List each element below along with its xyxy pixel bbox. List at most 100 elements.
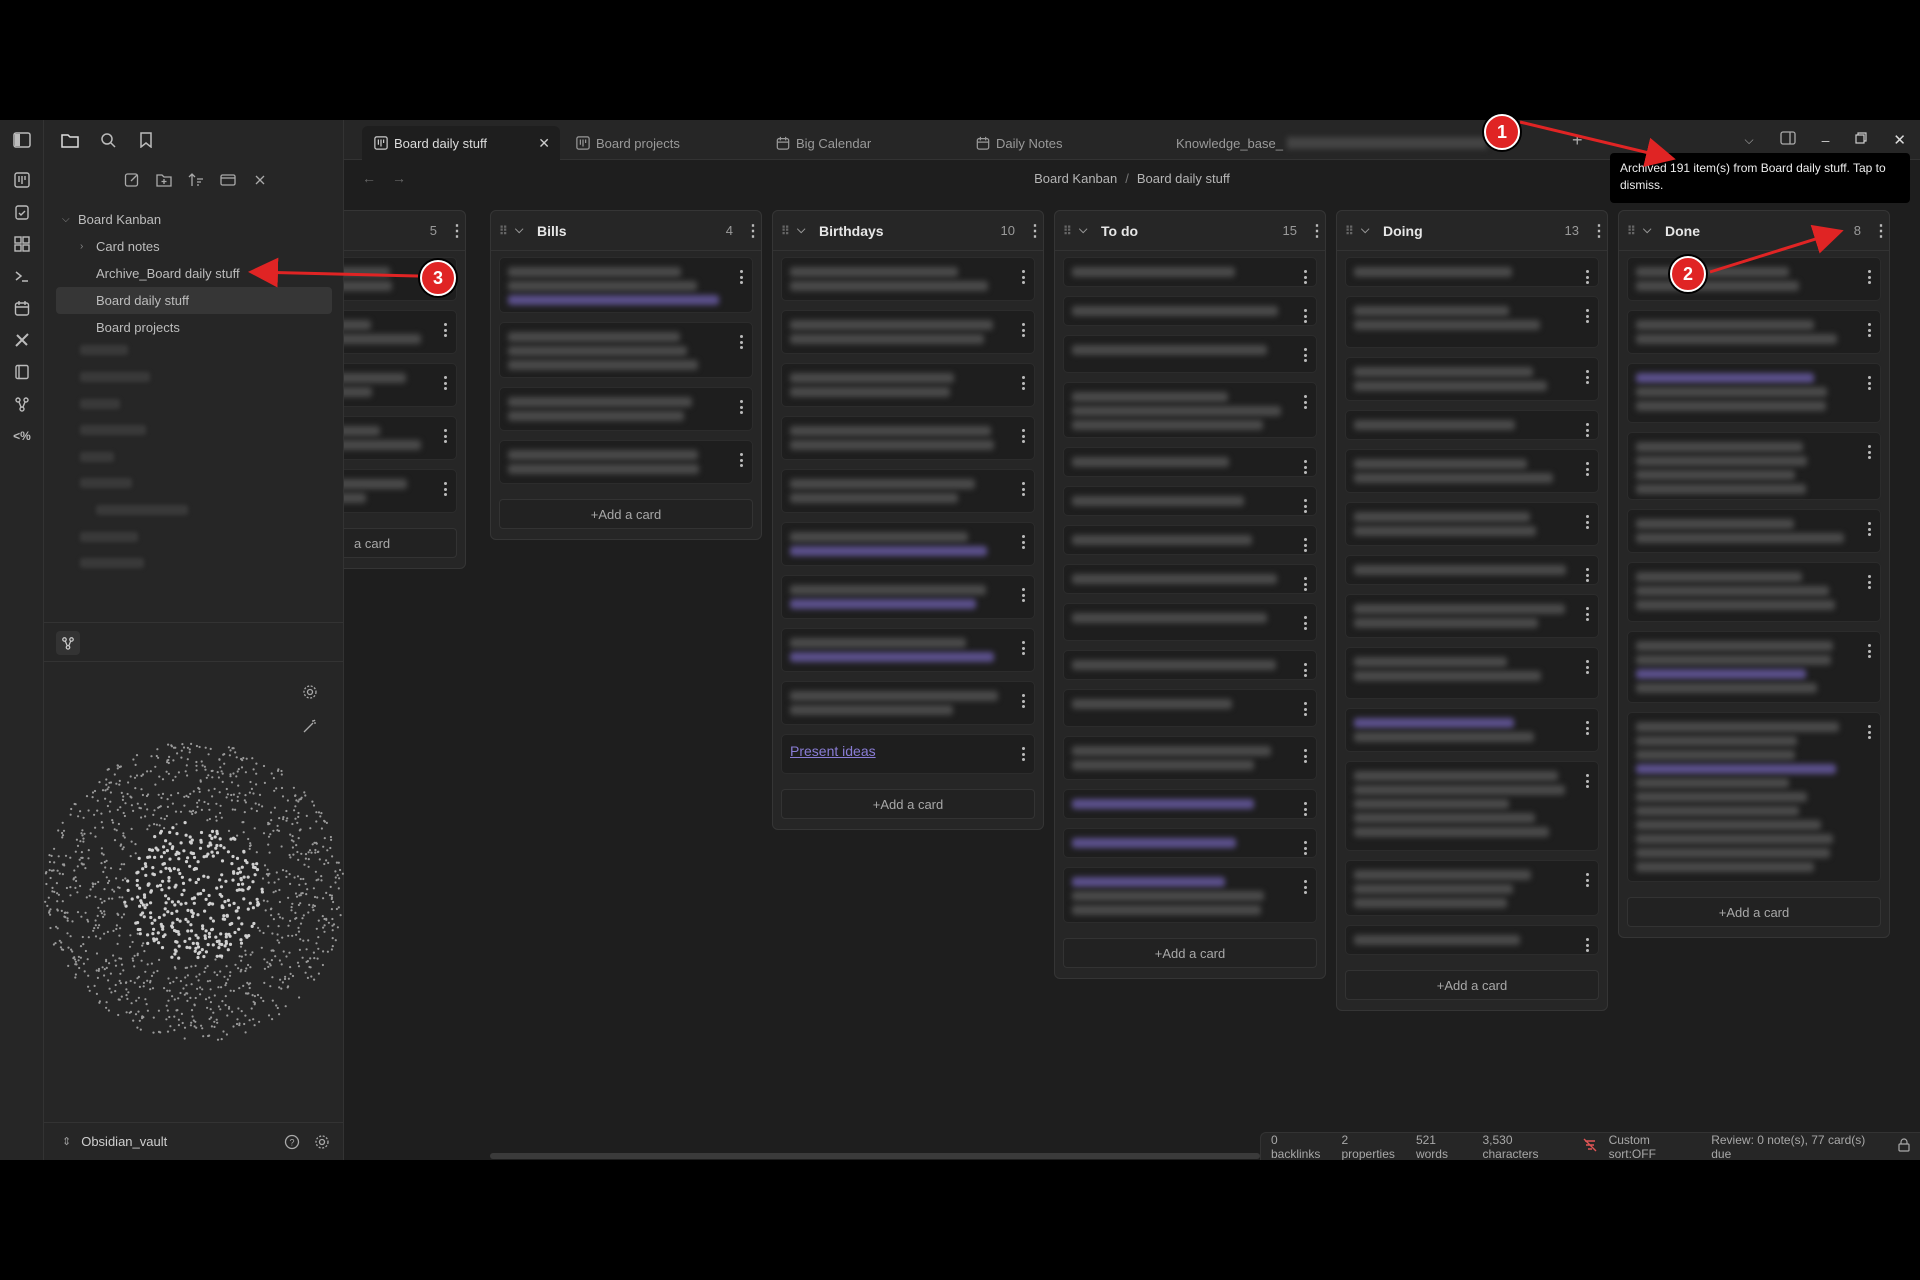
more-vertical-icon[interactable]: ⋮ — [1591, 221, 1607, 241]
tab-board-daily-stuff[interactable]: Board daily stuff ✕ — [362, 126, 560, 160]
calendar-icon[interactable] — [10, 296, 34, 320]
add-card-button[interactable]: +Add a card — [1345, 970, 1599, 1000]
status-backlinks[interactable]: 0 backlinks — [1271, 1133, 1330, 1161]
lane-header[interactable]: ⠿ ⌵ To do 15 ⋮ — [1055, 211, 1325, 251]
local-graph-view[interactable] — [44, 662, 344, 1122]
kanban-card[interactable] — [1627, 363, 1881, 423]
close-window-icon[interactable]: ✕ — [1893, 131, 1906, 149]
kanban-card[interactable] — [1345, 257, 1599, 287]
more-vertical-icon[interactable] — [1586, 270, 1590, 284]
status-review[interactable]: Review: 0 note(s), 77 card(s) due — [1711, 1133, 1886, 1161]
new-folder-icon[interactable] — [152, 168, 176, 192]
more-vertical-icon[interactable] — [1022, 429, 1026, 443]
more-vertical-icon[interactable] — [1304, 395, 1308, 409]
kanban-card[interactable] — [344, 416, 457, 460]
kanban-card[interactable] — [1345, 708, 1599, 752]
kanban-card[interactable] — [1063, 650, 1317, 680]
more-vertical-icon[interactable] — [1586, 873, 1590, 887]
more-vertical-icon[interactable] — [444, 482, 448, 496]
kanban-card[interactable] — [499, 387, 753, 431]
more-vertical-icon[interactable] — [1304, 577, 1308, 591]
kanban-card[interactable] — [781, 469, 1035, 513]
add-card-button[interactable]: +Add a card — [781, 789, 1035, 819]
more-vertical-icon[interactable] — [1586, 370, 1590, 384]
more-vertical-icon[interactable] — [1022, 270, 1026, 284]
drag-handle-icon[interactable]: ⠿ — [1063, 224, 1073, 238]
more-vertical-icon[interactable] — [1586, 660, 1590, 674]
kanban-card[interactable] — [1345, 449, 1599, 493]
more-vertical-icon[interactable] — [1304, 538, 1308, 552]
drag-handle-icon[interactable]: ⠿ — [1627, 224, 1637, 238]
kanban-card[interactable] — [1063, 789, 1317, 819]
kanban-card[interactable] — [1345, 925, 1599, 955]
lane-header[interactable]: ⠿ ⌵ Doing 13 ⋮ — [1337, 211, 1607, 251]
more-vertical-icon[interactable] — [1304, 616, 1308, 630]
more-vertical-icon[interactable] — [1868, 644, 1872, 658]
kanban-card[interactable] — [499, 440, 753, 484]
more-vertical-icon[interactable] — [1304, 309, 1308, 323]
kanban-card[interactable] — [781, 416, 1035, 460]
tab-big-calendar[interactable]: Big Calendar — [764, 126, 964, 160]
kanban-card[interactable] — [1345, 761, 1599, 851]
more-vertical-icon[interactable]: ⋮ — [1309, 221, 1325, 241]
breadcrumb-current[interactable]: Board daily stuff — [1137, 171, 1230, 186]
more-vertical-icon[interactable] — [1304, 270, 1308, 284]
more-vertical-icon[interactable] — [444, 429, 448, 443]
more-vertical-icon[interactable]: ⋮ — [1873, 221, 1889, 241]
lane-header[interactable]: ⠿ ⌵ Done 8 ⋮ — [1619, 211, 1889, 251]
more-vertical-icon[interactable] — [1586, 938, 1590, 952]
kanban-card[interactable]: Present ideas — [781, 734, 1035, 774]
tab-daily-notes[interactable]: Daily Notes — [964, 126, 1164, 160]
template-icon[interactable]: <% — [10, 424, 34, 448]
kanban-card[interactable] — [1063, 828, 1317, 858]
lane-header[interactable]: 5 ⋮ — [344, 211, 465, 251]
add-card-button[interactable]: +Add a card — [1063, 938, 1317, 968]
more-vertical-icon[interactable] — [1586, 462, 1590, 476]
chevron-down-icon[interactable]: ⌵ — [797, 224, 811, 237]
kanban-card[interactable] — [499, 322, 753, 378]
more-vertical-icon[interactable] — [1586, 515, 1590, 529]
more-vertical-icon[interactable] — [1868, 725, 1872, 739]
more-vertical-icon[interactable] — [1586, 607, 1590, 621]
kanban-card[interactable] — [344, 363, 457, 407]
kanban-card[interactable] — [1345, 594, 1599, 638]
tree-folder-card-notes[interactable]: › Card notes — [44, 233, 344, 260]
chevron-down-icon[interactable]: ⌵ — [1079, 224, 1093, 237]
kanban-card[interactable] — [1063, 867, 1317, 923]
sidebar-toggle-icon[interactable] — [10, 128, 34, 152]
kanban-card[interactable] — [1345, 357, 1599, 401]
kanban-card[interactable] — [781, 522, 1035, 566]
more-vertical-icon[interactable] — [1022, 482, 1026, 496]
breadcrumb-parent[interactable]: Board Kanban — [1034, 171, 1117, 186]
clipboard-check-icon[interactable] — [10, 200, 34, 224]
kanban-card[interactable] — [1345, 296, 1599, 348]
more-vertical-icon[interactable]: ⋮ — [449, 221, 465, 241]
more-vertical-icon[interactable] — [1022, 588, 1026, 602]
more-vertical-icon[interactable] — [1304, 663, 1308, 677]
terminal-icon[interactable] — [10, 264, 34, 288]
kanban-card[interactable] — [1627, 310, 1881, 354]
kanban-card[interactable] — [1063, 603, 1317, 641]
more-vertical-icon[interactable] — [1022, 641, 1026, 655]
tree-file-board-daily-stuff[interactable]: Board daily stuff — [56, 287, 332, 314]
minimize-icon[interactable]: – — [1822, 132, 1830, 148]
book-icon[interactable] — [10, 360, 34, 384]
sidebar-right-toggle-icon[interactable] — [1779, 130, 1796, 150]
collapse-folders-icon[interactable] — [216, 168, 240, 192]
folder-icon[interactable] — [58, 128, 82, 152]
more-vertical-icon[interactable] — [1868, 522, 1872, 536]
tab-knowledge-base[interactable]: Knowledge_base_ — [1164, 126, 1494, 160]
tools-icon[interactable] — [10, 328, 34, 352]
help-icon[interactable]: ? — [280, 1130, 304, 1154]
status-custom-sort[interactable]: Custom sort:OFF — [1609, 1133, 1700, 1161]
kanban-card[interactable] — [1063, 564, 1317, 594]
kanban-card[interactable] — [1063, 382, 1317, 438]
more-vertical-icon[interactable]: ⋮ — [1027, 221, 1043, 241]
kanban-card[interactable] — [1345, 860, 1599, 916]
lane-header[interactable]: ⠿ ⌵ Birthdays 10 ⋮ — [773, 211, 1043, 251]
kanban-card[interactable] — [1063, 736, 1317, 780]
more-vertical-icon[interactable]: ⋮ — [745, 221, 761, 241]
more-vertical-icon[interactable] — [1586, 721, 1590, 735]
kanban-card[interactable] — [1063, 296, 1317, 326]
chevron-down-icon[interactable]: ⌵ — [1745, 133, 1754, 148]
